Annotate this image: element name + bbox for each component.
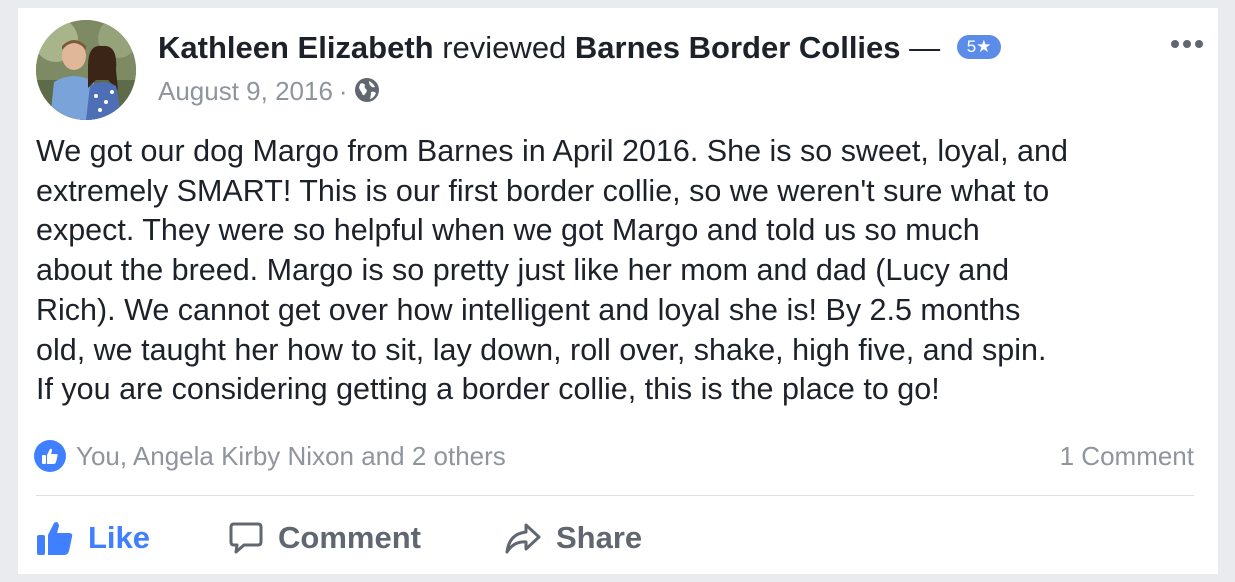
review-line: If you are considering getting a border … — [36, 372, 940, 407]
like-label: Like — [88, 520, 151, 555]
reactions-summary[interactable]: You, Angela Kirby Nixon and 2 others — [34, 440, 506, 472]
share-icon — [505, 523, 541, 554]
review-post-card: Kathleen Elizabeth reviewed Barnes Borde… — [18, 8, 1218, 574]
review-verb: reviewed — [442, 30, 567, 65]
review-line: expect. They were so helpful when we got… — [36, 213, 980, 248]
reactions-text: You, Angela Kirby Nixon and 2 others — [76, 440, 506, 471]
review-text: We got our dog Margo from Barnes in Apri… — [36, 132, 1211, 410]
page-name-link[interactable]: Barnes Border Collies — [575, 30, 901, 65]
divider — [36, 495, 1194, 496]
review-line: extremely SMART! This is our first borde… — [36, 173, 1050, 208]
comment-label: Comment — [278, 520, 421, 555]
post-date[interactable]: August 9, 2016 — [158, 76, 333, 106]
review-line: We got our dog Margo from Barnes in Apri… — [36, 134, 1068, 168]
review-line: Rich). We cannot get over how intelligen… — [36, 292, 1021, 327]
author-name[interactable]: Kathleen Elizabeth — [158, 30, 434, 65]
like-button[interactable]: Like — [36, 518, 150, 558]
like-reaction-icon — [34, 440, 66, 472]
thumbs-up-icon — [37, 522, 73, 555]
post-header: Kathleen Elizabeth reviewed Barnes Borde… — [158, 30, 1002, 66]
header-dash: — — [909, 30, 941, 65]
comment-icon — [229, 522, 263, 554]
more-options-icon[interactable] — [1170, 38, 1204, 50]
profile-photo — [36, 20, 136, 120]
comment-button[interactable]: Comment — [228, 518, 421, 558]
globe-icon[interactable] — [354, 77, 380, 103]
action-bar: Like Comment Share — [36, 518, 1196, 558]
meta-separator: · — [338, 76, 348, 106]
share-label: Share — [556, 520, 643, 555]
avatar[interactable] — [36, 20, 136, 120]
review-line: old, we taught her how to sit, lay down,… — [36, 332, 1047, 367]
review-line: about the breed. Margo is so pretty just… — [36, 253, 1010, 288]
comment-count-link[interactable]: 1 Comment — [1060, 440, 1194, 472]
post-meta: August 9, 2016 · — [158, 75, 380, 107]
rating-badge[interactable]: 5★ — [956, 34, 1002, 59]
share-button[interactable]: Share — [504, 518, 642, 558]
